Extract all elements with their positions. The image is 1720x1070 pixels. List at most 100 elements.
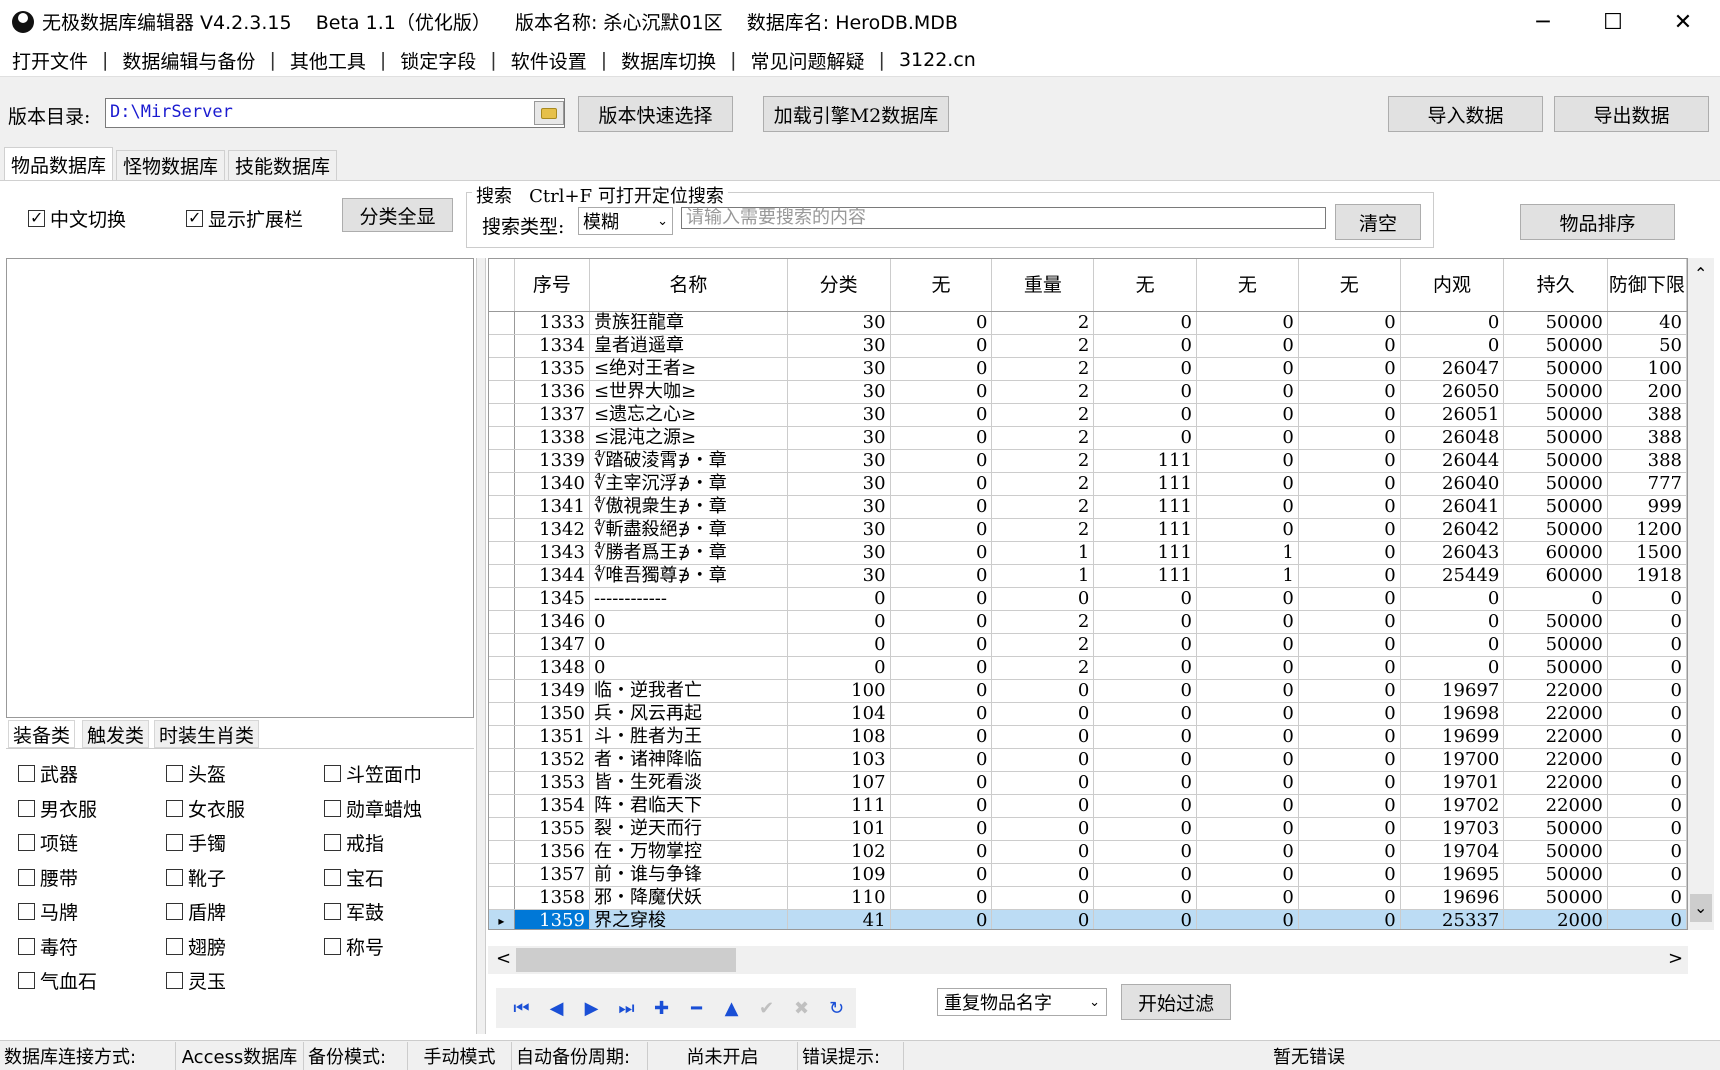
table-cell[interactable]: 0 [1093,633,1197,657]
table-row[interactable]: 1352 者・诸神降临 103 0 0 0 0 0 19700 22000 0 [489,748,1687,772]
table-cell[interactable]: 0 [1196,679,1299,703]
table-cell[interactable]: 1347 [514,633,590,657]
table-cell[interactable]: 0 [991,909,1095,929]
table-cell[interactable]: ∜主宰沉浮∌・章 [589,472,788,496]
table-cell[interactable]: 1350 [514,702,590,726]
table-cell[interactable]: 50000 [1503,403,1608,427]
table-cell[interactable]: 30 [787,472,891,496]
import-button[interactable]: 导入数据 [1388,96,1543,132]
refresh-icon[interactable]: ↻ [819,998,854,1019]
table-cell[interactable]: 0 [890,702,993,726]
row-indicator[interactable] [489,495,515,519]
table-cell[interactable]: 0 [1196,817,1299,841]
table-cell[interactable]: 111 [1093,472,1197,496]
table-cell[interactable]: 0 [1093,380,1197,404]
row-indicator[interactable] [489,472,515,496]
menu-lock-fields[interactable]: 锁定字段 [396,47,480,74]
table-cell[interactable]: ≤混沌之源≥ [589,426,788,450]
scroll-left-icon[interactable]: < [496,948,511,969]
table-cell[interactable]: 0 [1196,909,1299,929]
table-cell[interactable]: 0 [1093,840,1197,864]
table-cell[interactable]: 0 [1298,380,1401,404]
column-header[interactable]: 无 [890,259,993,312]
category-checkbox[interactable]: 灵玉 [166,967,226,994]
table-cell[interactable]: 1340 [514,472,590,496]
table-cell[interactable]: 1354 [514,794,590,818]
table-row[interactable]: 1347 0 0 0 2 0 0 0 0 50000 0 [489,633,1687,657]
row-indicator[interactable] [489,725,515,749]
table-cell[interactable]: 0 [1298,610,1401,634]
table-cell[interactable]: 0 [1298,725,1401,749]
table-cell[interactable]: 0 [1093,587,1197,611]
category-checkbox[interactable]: 称号 [324,933,384,960]
table-cell[interactable]: 19702 [1400,794,1505,818]
table-cell[interactable]: 0 [890,817,993,841]
table-cell[interactable]: 0 [991,840,1095,864]
row-indicator[interactable]: ▸ [489,909,515,929]
table-cell[interactable]: 0 [991,748,1095,772]
table-cell[interactable]: 0 [589,610,788,634]
table-cell[interactable]: 0 [890,725,993,749]
table-cell[interactable]: 0 [1503,587,1608,611]
table-cell[interactable]: 26041 [1400,495,1505,519]
table-cell[interactable]: 107 [787,771,891,795]
table-row[interactable]: 1335 ≤绝对王者≥ 30 0 2 0 0 0 26047 50000 100 [489,357,1687,381]
table-cell[interactable]: 0 [1196,587,1299,611]
table-cell[interactable]: 在・万物掌控 [589,840,788,864]
column-header[interactable]: 无 [1298,259,1401,312]
table-cell[interactable]: 皆・生死看淡 [589,771,788,795]
table-cell[interactable]: 50000 [1503,380,1608,404]
table-cell[interactable]: 0 [1196,403,1299,427]
table-cell[interactable]: 0 [890,840,993,864]
table-cell[interactable]: 26047 [1400,357,1505,381]
table-cell[interactable]: 50000 [1503,886,1608,910]
category-checkbox[interactable]: 武器 [18,760,78,787]
table-row[interactable]: 1343 ∜勝者爲王∌・章 30 0 1 111 1 0 26043 60000 1500 [489,541,1687,565]
table-cell[interactable]: 0 [1196,380,1299,404]
table-cell[interactable]: 0 [890,610,993,634]
table-cell[interactable]: 1344 [514,564,590,588]
tab-items[interactable]: 物品数据库 [4,147,114,181]
table-cell[interactable]: 22000 [1503,748,1608,772]
table-cell[interactable]: 0 [890,863,993,887]
menu-db-switch[interactable]: 数据库切换 [617,47,720,74]
table-cell[interactable]: 50000 [1503,633,1608,657]
table-cell[interactable]: 1 [991,564,1095,588]
table-cell[interactable]: 1345 [514,587,590,611]
table-cell[interactable]: 103 [787,748,891,772]
category-checkbox[interactable]: 女衣服 [166,795,245,822]
table-cell[interactable]: 0 [1196,633,1299,657]
column-header[interactable]: 分类 [787,259,891,312]
table-cell[interactable]: 0 [1607,817,1687,841]
table-row[interactable]: ▸ 1359 界之穿梭 41 0 0 0 0 0 25337 2000 0 [489,909,1687,929]
table-cell[interactable]: 26044 [1400,449,1505,473]
table-cell[interactable]: 0 [991,702,1095,726]
table-row[interactable]: 1353 皆・生死看淡 107 0 0 0 0 0 19701 22000 0 [489,771,1687,795]
table-cell[interactable]: 0 [1298,472,1401,496]
table-cell[interactable]: 0 [1093,334,1197,358]
table-cell[interactable]: 0 [1607,863,1687,887]
table-cell[interactable]: 2 [991,656,1095,680]
table-cell[interactable]: 1349 [514,679,590,703]
table-cell[interactable]: 皇者逍遥章 [589,334,788,358]
table-row[interactable]: 1338 ≤混沌之源≥ 30 0 2 0 0 0 26048 50000 388 [489,426,1687,450]
row-indicator[interactable] [489,771,515,795]
table-cell[interactable]: ------------ [589,587,788,611]
table-cell[interactable]: 0 [1298,702,1401,726]
table-cell[interactable]: 0 [890,794,993,818]
table-cell[interactable]: 0 [1298,863,1401,887]
table-cell[interactable]: 2 [991,472,1095,496]
table-cell[interactable]: 0 [1196,748,1299,772]
category-checkbox[interactable]: 腰带 [18,864,78,891]
table-row[interactable]: 1357 前・谁与争锋 109 0 0 0 0 0 19695 50000 0 [489,863,1687,887]
table-cell[interactable]: 0 [1607,794,1687,818]
table-cell[interactable]: 40 [1607,311,1687,335]
table-cell[interactable]: 50000 [1503,311,1608,335]
table-cell[interactable]: 22000 [1503,679,1608,703]
table-cell[interactable]: 0 [1196,311,1299,335]
table-cell[interactable]: 者・诸神降临 [589,748,788,772]
table-cell[interactable]: 0 [1400,656,1505,680]
table-cell[interactable]: 0 [991,794,1095,818]
clear-button[interactable]: 清空 [1335,204,1421,240]
table-cell[interactable]: 111 [1093,449,1197,473]
